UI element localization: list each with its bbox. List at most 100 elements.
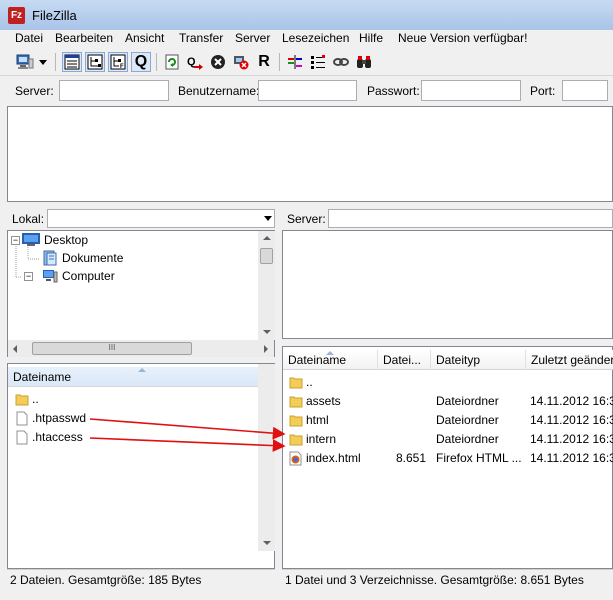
tree-item-dokumente[interactable]: Dokumente — [42, 249, 123, 267]
cancel-icon[interactable] — [208, 52, 228, 72]
file-type: Dateiordner — [436, 413, 499, 427]
menu-bearbeiten[interactable]: Bearbeiten — [55, 31, 113, 45]
column-zuletzt-geaendert[interactable]: Zuletzt geänder — [526, 350, 613, 370]
menu-datei[interactable]: Datei — [15, 31, 43, 45]
column-dateiname[interactable]: Dateiname — [283, 350, 378, 370]
file-modified: 14.11.2012 16:35 — [530, 394, 613, 408]
table-row[interactable]: intern Dateiordner 14.11.2012 16:37 — [283, 430, 613, 449]
menu-hilfe[interactable]: Hilfe — [359, 31, 383, 45]
remote-column-header: Dateiname Datei... Dateityp Zuletzt geän… — [283, 350, 613, 370]
file-modified: 14.11.2012 16:37 — [530, 432, 613, 446]
local-tree-pane[interactable]: − Desktop Dokumente − Computer III — [7, 230, 275, 357]
process-queue-icon[interactable]: Q — [185, 52, 205, 72]
list-item[interactable]: .htpasswd — [8, 409, 258, 428]
column-dateiname[interactable]: Dateiname — [8, 367, 274, 387]
file-type: Dateiordner — [436, 394, 499, 408]
filter-icon[interactable] — [308, 52, 328, 72]
quickconnect-bar: Server: Benutzername: Passwort: Port: — [0, 77, 613, 105]
file-icon — [16, 411, 28, 426]
list-item[interactable]: .. — [8, 390, 258, 409]
collapse-toggle-icon[interactable]: − — [11, 236, 20, 245]
window-title: FileZilla — [32, 8, 77, 23]
scroll-thumb[interactable]: III — [32, 342, 192, 355]
local-path-bar: Lokal: — [7, 208, 275, 230]
tree-item-computer[interactable]: Computer — [42, 267, 115, 285]
local-tree-hscroll[interactable]: III — [8, 340, 274, 357]
search-icon[interactable] — [354, 52, 374, 72]
reconnect-icon[interactable]: R — [254, 52, 274, 72]
local-file-list[interactable]: Dateiname .. .htpasswd .htaccess — [7, 363, 275, 569]
scroll-down-icon[interactable] — [263, 541, 271, 545]
svg-text:F: F — [120, 64, 124, 70]
column-dateigroesse[interactable]: Datei... — [378, 350, 431, 370]
toggle-remote-tree-icon[interactable]: F — [108, 52, 128, 72]
toolbar-separator — [55, 53, 56, 71]
menu-bar: Datei Bearbeiten Ansicht Transfer Server… — [0, 30, 613, 48]
password-label: Passwort: — [367, 84, 420, 98]
port-input[interactable] — [562, 80, 608, 101]
tree-item-label: Dokumente — [62, 251, 124, 265]
message-log[interactable] — [7, 106, 613, 202]
menu-new-version[interactable]: Neue Version verfügbar! — [398, 31, 527, 45]
server-input[interactable] — [59, 80, 169, 101]
local-column-header: Dateiname — [8, 367, 274, 387]
scroll-left-icon[interactable] — [13, 345, 17, 353]
folder-icon — [289, 434, 303, 446]
tree-item-desktop[interactable]: Desktop — [22, 231, 88, 249]
file-name: .. — [32, 392, 39, 406]
refresh-icon[interactable] — [162, 52, 182, 72]
port-label: Port: — [530, 84, 556, 98]
file-name: .htaccess — [32, 430, 83, 444]
local-tree-vscroll[interactable] — [258, 231, 275, 340]
scroll-right-icon[interactable] — [264, 345, 268, 353]
table-row[interactable]: index.html 8.651 Firefox HTML ... 14.11.… — [283, 449, 613, 468]
chevron-down-icon[interactable] — [264, 216, 272, 221]
toolbar-separator — [156, 53, 157, 71]
server-label: Server: — [15, 84, 54, 98]
scroll-thumb[interactable] — [260, 248, 273, 264]
dropdown-arrow-icon[interactable] — [37, 52, 49, 72]
menu-transfer[interactable]: Transfer — [179, 31, 223, 45]
table-row[interactable]: assets Dateiordner 14.11.2012 16:35 — [283, 392, 613, 411]
collapse-toggle-icon[interactable]: − — [24, 272, 33, 281]
local-path-label: Lokal: — [12, 212, 45, 226]
toolbar: F Q Q R — [0, 48, 613, 76]
sync-browse-icon[interactable] — [331, 52, 351, 72]
file-name: .. — [306, 375, 313, 389]
password-input[interactable] — [421, 80, 521, 101]
column-dateityp[interactable]: Dateityp — [431, 350, 526, 370]
firefox-file-icon — [289, 451, 302, 466]
compare-icon[interactable] — [285, 52, 305, 72]
scroll-down-icon[interactable] — [263, 330, 271, 334]
folder-icon — [289, 396, 303, 408]
table-row[interactable]: .. — [283, 373, 613, 392]
remote-file-list[interactable]: Dateiname Datei... Dateityp Zuletzt geän… — [282, 346, 613, 569]
remote-tree-pane[interactable] — [282, 230, 613, 339]
local-list-vscroll[interactable] — [258, 364, 275, 551]
table-row[interactable]: html Dateiordner 14.11.2012 16:37 — [283, 411, 613, 430]
username-input[interactable] — [258, 80, 357, 101]
username-label: Benutzername: — [178, 84, 260, 98]
file-name: assets — [306, 394, 341, 408]
local-path-combo[interactable] — [47, 209, 275, 228]
disconnect-icon[interactable] — [231, 52, 251, 72]
menu-ansicht[interactable]: Ansicht — [125, 31, 164, 45]
tree-item-label: Computer — [62, 269, 115, 283]
toggle-local-tree-icon[interactable] — [85, 52, 105, 72]
scroll-up-icon[interactable] — [263, 236, 271, 240]
site-manager-icon[interactable] — [15, 52, 35, 72]
toggle-queue-icon[interactable]: Q — [131, 52, 151, 72]
list-item[interactable]: .htaccess — [8, 428, 258, 447]
menu-lesezeichen[interactable]: Lesezeichen — [282, 31, 349, 45]
toggle-log-icon[interactable] — [62, 52, 82, 72]
file-name: intern — [306, 432, 337, 446]
remote-path-label: Server: — [287, 212, 326, 226]
menu-server[interactable]: Server — [235, 31, 270, 45]
title-bar: Fz FileZilla — [0, 0, 613, 30]
filezilla-app-icon: Fz — [8, 7, 25, 24]
toolbar-separator — [279, 53, 280, 71]
file-size: 8.651 — [396, 451, 427, 465]
remote-path-combo[interactable] — [328, 209, 613, 228]
file-icon — [16, 430, 28, 445]
computer-icon — [43, 270, 58, 283]
